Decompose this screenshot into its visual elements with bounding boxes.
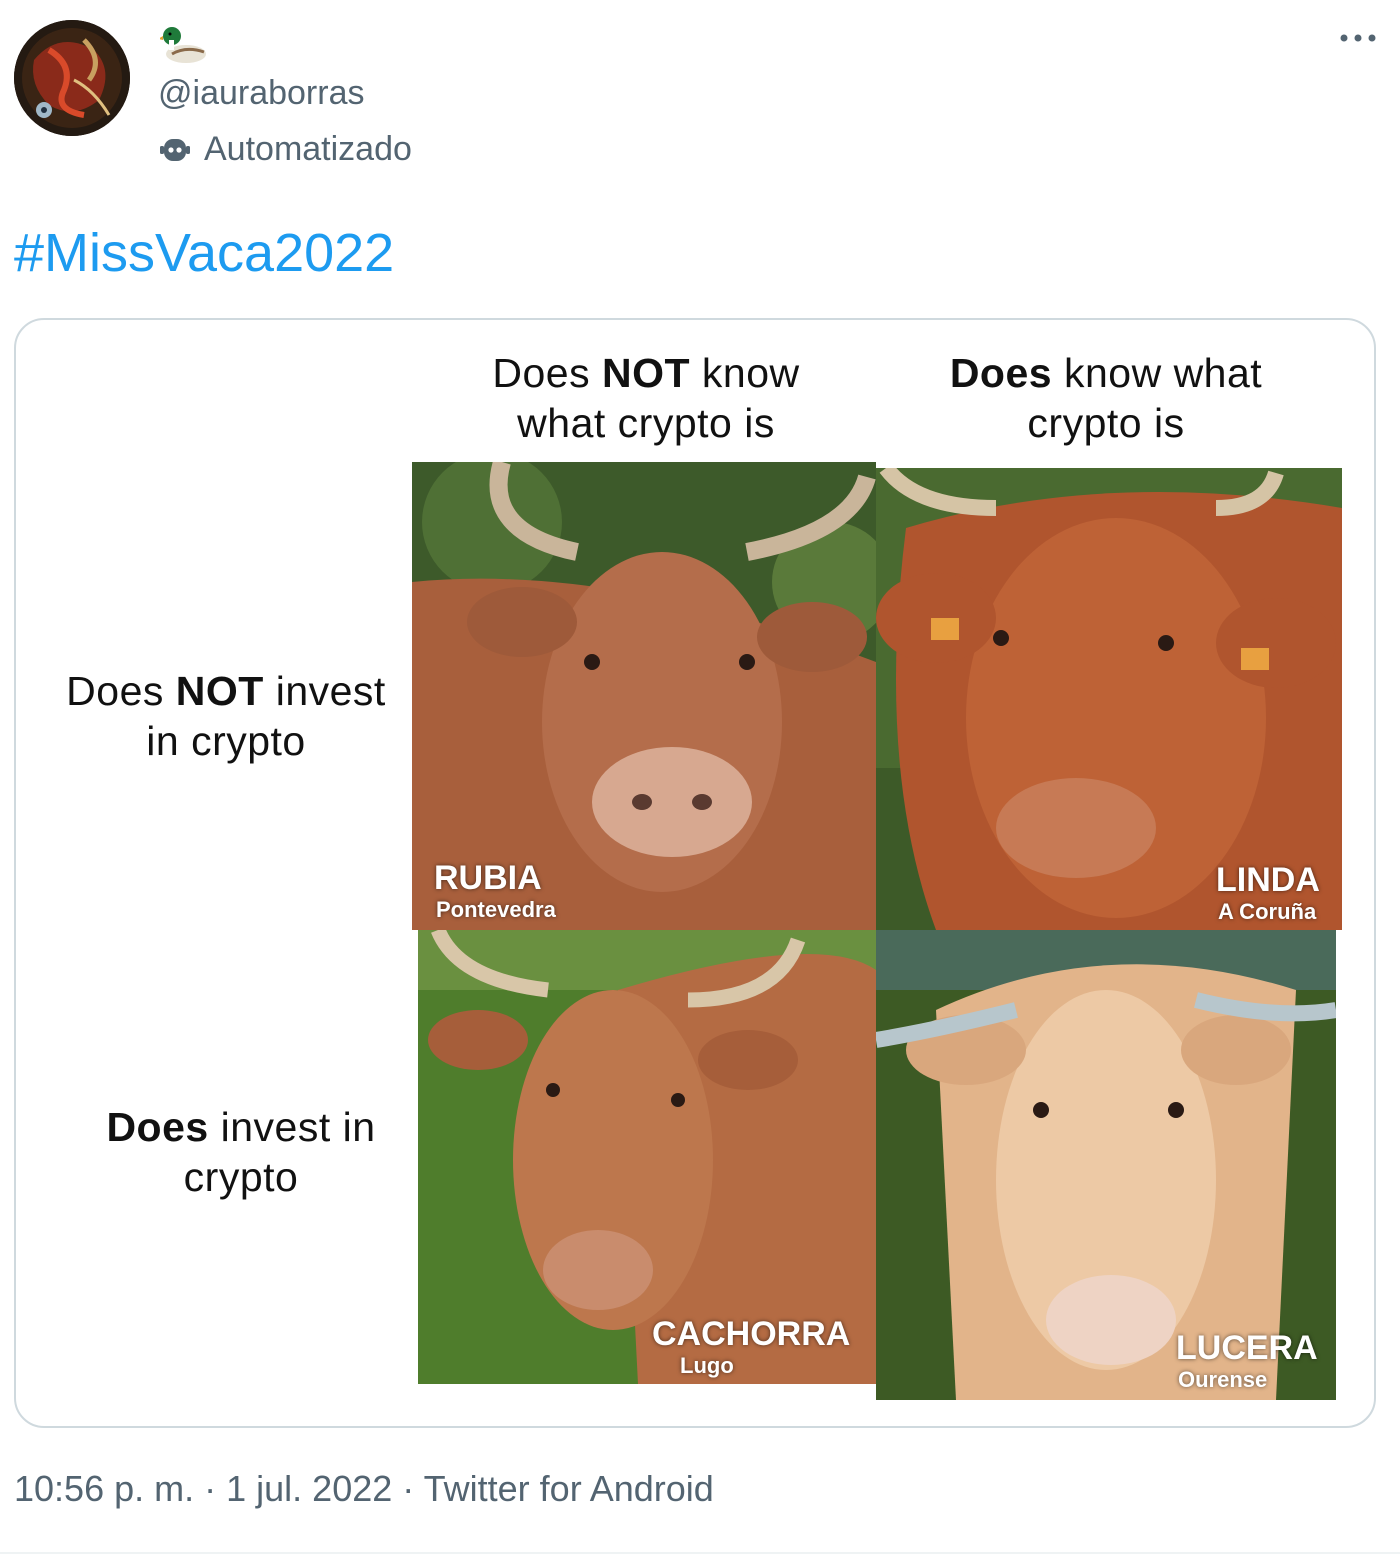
row-header-not-invest: Does NOT invest in crypto	[66, 668, 386, 764]
bot-icon	[160, 138, 190, 161]
automated-label: Automatizado	[158, 130, 412, 169]
row-header-invest: Does invest in crypto	[106, 1104, 376, 1200]
col-header-know: Does know what crypto is	[949, 350, 1263, 446]
user-handle[interactable]: @iauraborras	[158, 74, 365, 113]
cow-name-rubia: RUBIA	[434, 859, 542, 897]
timestamp[interactable]: 10:56 p. m.	[14, 1468, 194, 1509]
col-header-not-know: Does NOT know what crypto is	[492, 350, 800, 446]
cow-place-cachorra: Lugo	[680, 1353, 734, 1378]
meta-separator-2: ·	[402, 1468, 415, 1509]
hashtag-link[interactable]: #MissVaca2022	[14, 222, 394, 284]
duck-emoji-icon	[158, 22, 208, 66]
tweet-media[interactable]: Does NOT know what crypto is Does know w…	[14, 318, 1376, 1428]
cow-place-lucera: Ourense	[1178, 1367, 1268, 1392]
cow-name-linda: LINDA	[1216, 861, 1320, 899]
automated-text: Automatizado	[204, 130, 412, 168]
date[interactable]: 1 jul. 2022	[226, 1468, 392, 1509]
source-link[interactable]: Twitter for Android	[424, 1468, 714, 1509]
divider	[0, 1552, 1400, 1554]
cow-place-linda: A Coruña	[1218, 899, 1317, 924]
tweet-meta: 10:56 p. m. · 1 jul. 2022 · Twitter for …	[14, 1468, 714, 1510]
avatar[interactable]	[14, 20, 130, 136]
cow-name-cachorra: CACHORRA	[652, 1315, 851, 1353]
meta-separator-1: ·	[204, 1468, 217, 1509]
cow-place-rubia: Pontevedra	[436, 897, 556, 922]
cow-name-lucera: LUCERA	[1176, 1329, 1318, 1367]
more-options-icon[interactable]	[1338, 28, 1378, 48]
